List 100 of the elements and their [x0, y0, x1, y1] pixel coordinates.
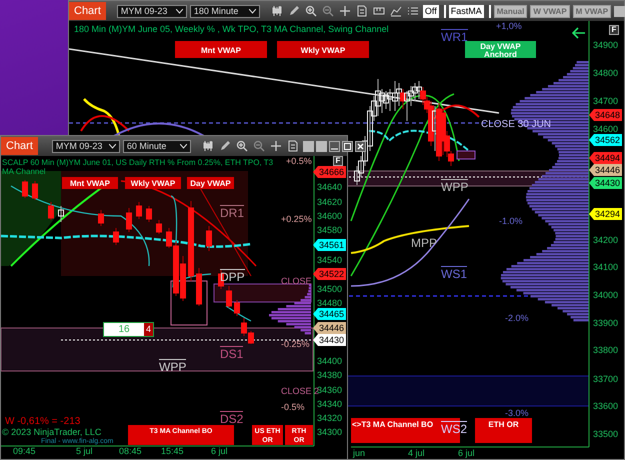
level-label: -3.0%	[505, 409, 529, 418]
level-label: CLOSE	[281, 277, 312, 286]
candlestick	[98, 210, 104, 226]
tile-button[interactable]	[614, 6, 625, 16]
highlight-box	[456, 150, 476, 160]
zoom-in-icon[interactable]	[304, 5, 317, 17]
level-label: CLOSE 2	[281, 387, 320, 396]
price-tag: 34465	[313, 308, 346, 320]
price-axis-label: 34380	[317, 371, 342, 380]
price-axis-label: 34540	[317, 256, 342, 265]
toolbar-button[interactable]: M VWAP	[572, 4, 612, 18]
price-tag: 34562	[589, 134, 622, 146]
price-axis-label: 33600	[593, 402, 618, 411]
price-tag: 34446	[313, 322, 346, 334]
zoom-in-icon[interactable]	[236, 140, 248, 152]
candlestick	[206, 226, 212, 252]
time-axis-label: jun	[353, 449, 366, 458]
candlestick	[136, 202, 142, 220]
dropdown[interactable]: 180 Minute	[190, 4, 260, 18]
candlestick	[32, 180, 38, 200]
ruler-icon[interactable]	[372, 5, 385, 17]
candlestick	[58, 206, 64, 222]
price-tag: 34561	[313, 239, 346, 251]
price-tag: 34430	[313, 334, 346, 346]
level-label: +0.5%	[286, 157, 312, 166]
time-axis-label: 08:45	[119, 447, 142, 456]
vwap-button[interactable]: Mnt VWAP	[175, 41, 267, 58]
maximize-button[interactable]	[342, 140, 353, 152]
time-axis-label: 6 jul	[211, 447, 228, 456]
price-tag: 34494	[589, 152, 622, 164]
vwap-button[interactable]: Wkly VWAP	[277, 41, 369, 58]
price-axis-label: 34340	[317, 400, 342, 409]
caret-icon	[176, 8, 183, 14]
candlestick-icon[interactable]	[270, 5, 283, 17]
mode-dropdown[interactable]: Off	[422, 4, 446, 18]
candlestick	[156, 220, 162, 234]
level-label: DR1	[220, 205, 244, 219]
position-count: 4	[144, 323, 153, 336]
document-icon[interactable]	[356, 5, 368, 17]
price-tag: 34648	[589, 109, 622, 121]
document-icon[interactable]	[286, 140, 299, 152]
moving-average-line	[226, 306, 252, 322]
caret-icon	[248, 8, 256, 14]
f-button[interactable]: F	[609, 25, 619, 35]
level-label: WPP	[159, 359, 186, 373]
price-axis-label: 34900	[593, 41, 618, 50]
candlestick	[113, 228, 119, 246]
dropdown[interactable]: MYM 09-23	[52, 140, 120, 152]
volume-profile-drawing	[269, 284, 311, 334]
close-button[interactable]	[354, 140, 366, 152]
price-tag: 34430	[589, 177, 622, 189]
tile-button[interactable]	[316, 140, 327, 152]
price-axis-label: 34100	[593, 263, 618, 272]
level-label: -1.0%	[499, 217, 523, 226]
pencil-icon[interactable]	[288, 5, 300, 17]
price-tag: 34666	[313, 166, 346, 178]
candlestick	[48, 202, 54, 220]
price-axis-label: 34300	[317, 428, 342, 437]
time-axis-label: 15:45	[161, 447, 184, 456]
f-button[interactable]: F	[333, 156, 343, 166]
time-axis-label: 6 jul	[458, 449, 475, 458]
minimize-button[interactable]	[328, 140, 340, 152]
vwap-button[interactable]: Day VWAP	[187, 177, 234, 189]
chart-tab[interactable]: Chart	[69, 2, 106, 20]
toolbar-button[interactable]: Manual	[494, 4, 528, 18]
caret-icon	[108, 144, 116, 148]
level-label: +0.25%	[281, 215, 312, 224]
crosshair-icon[interactable]	[270, 140, 282, 152]
candlestick	[126, 208, 132, 232]
dropdown[interactable]: MYM 09-23	[116, 4, 187, 18]
price-axis-label: 33900	[593, 319, 618, 328]
price-axis-label: 34360	[317, 386, 342, 395]
time-axis-label: 4 jul	[408, 449, 425, 458]
price-axis-label: 33800	[593, 346, 618, 355]
price-axis-label: 34800	[593, 69, 618, 78]
price-tag: 34294	[589, 208, 622, 220]
range-box	[170, 280, 208, 326]
position-quantity: 16	[104, 323, 144, 336]
vwap-button[interactable]: Mnt VWAP	[62, 177, 118, 189]
toolbar-button[interactable]: W VWAP	[530, 4, 570, 18]
chart-tab[interactable]: Chart	[1, 137, 38, 155]
price-axis-label: 34580	[317, 226, 342, 235]
price-axis-label: 34480	[317, 299, 342, 308]
zoom-out-icon[interactable]	[322, 5, 334, 17]
line-chart-icon[interactable]	[390, 5, 402, 17]
vwap-button[interactable]: Wkly VWAP	[125, 177, 181, 189]
price-axis-label: 34600	[593, 125, 618, 134]
candlestick-icon[interactable]	[202, 140, 214, 152]
level-label: -2.0%	[505, 314, 529, 323]
zoom-out-icon[interactable]	[252, 140, 265, 152]
price-axis-label: 33500	[593, 430, 618, 439]
pencil-icon[interactable]	[218, 140, 231, 152]
crosshair-icon[interactable]	[338, 5, 351, 17]
pnl-label: W -0,61% = -213	[5, 417, 80, 427]
time-axis-label: 09:45	[13, 447, 36, 456]
price-axis-label: 34600	[317, 212, 342, 221]
indicator-dropdown[interactable]: FastMA	[448, 4, 491, 18]
dropdown[interactable]: 60 Minute	[122, 140, 191, 152]
tile-button[interactable]	[302, 140, 314, 152]
level-label: WR1	[441, 29, 468, 43]
